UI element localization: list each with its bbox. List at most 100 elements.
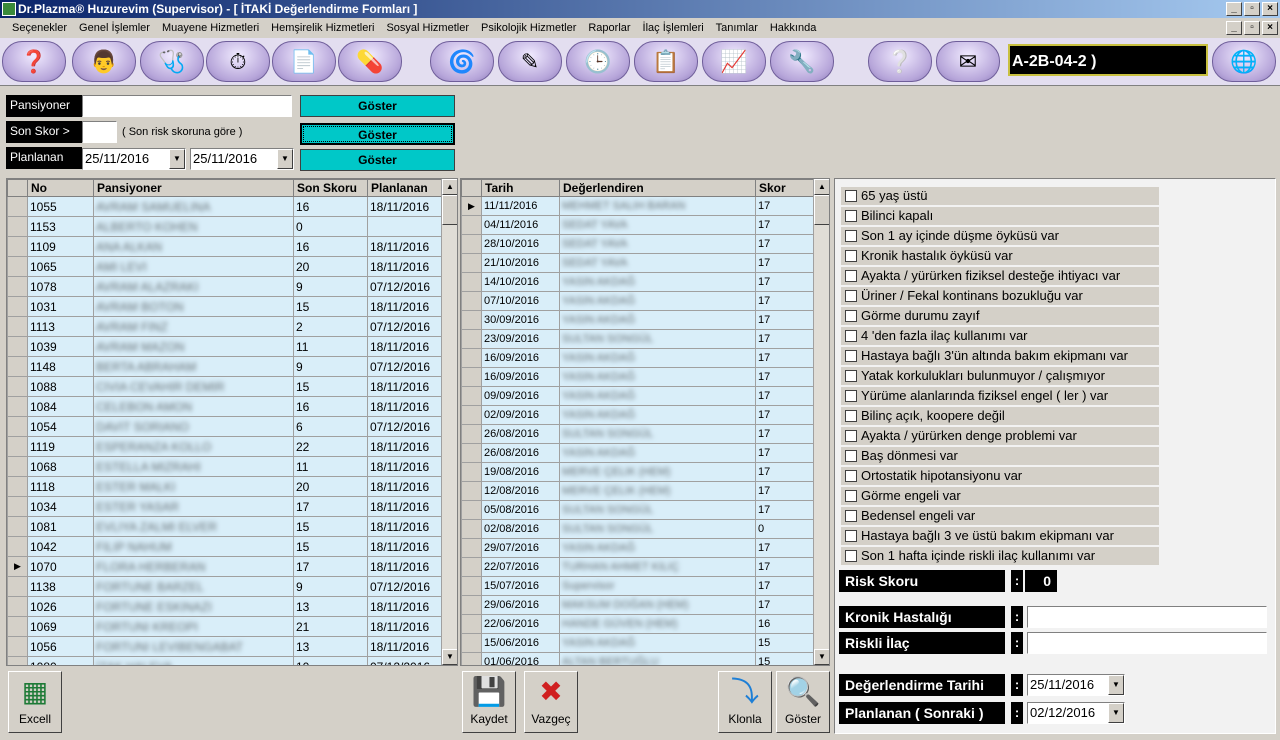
cell-no[interactable]: 1031	[27, 296, 94, 317]
checkbox[interactable]	[845, 330, 857, 342]
table-row[interactable]: 02/09/2016 YASIN AKDAĞ 17	[461, 405, 816, 425]
cell-planlanan[interactable]: 18/11/2016	[367, 236, 444, 257]
table-row[interactable]: 29/06/2016 MAKSUM DOĞAN (HEM) 17	[461, 595, 816, 615]
row-indicator[interactable]	[461, 481, 482, 501]
cell-son-skoru[interactable]: 16	[293, 196, 368, 217]
cell-planlanan[interactable]	[367, 216, 444, 237]
cell-pansiyoner[interactable]: CELEBON AMON	[93, 396, 294, 417]
cell-pansiyoner[interactable]: AVRAM FINZ	[93, 316, 294, 337]
menu-muayene-hizmetleri[interactable]: Muayene Hizmetleri	[156, 18, 265, 38]
cell-degerlendiren[interactable]: YASIN AKDAĞ	[559, 538, 756, 558]
risk-checkbox-item[interactable]: Bilinç açık, koopere değil	[841, 407, 1159, 425]
residents-grid[interactable]: No Pansiyoner Son Skoru Planlanan 1055 AV…	[6, 178, 458, 666]
menu-hakkinda[interactable]: Hakkında	[764, 18, 822, 38]
row-indicator[interactable]	[461, 443, 482, 463]
risk-checkbox-item[interactable]: Kronik hastalık öyküsü var	[841, 247, 1159, 265]
cell-tarih[interactable]: 29/07/2016	[481, 538, 560, 558]
cell-son-skoru[interactable]: 13	[293, 596, 368, 617]
cell-son-skoru[interactable]: 21	[293, 616, 368, 637]
goster-pansiyoner-button[interactable]: Göster	[300, 95, 455, 117]
goster-bottom-button[interactable]: 🔍 Göster	[776, 671, 830, 733]
cell-tarih[interactable]: 16/09/2016	[481, 367, 560, 387]
cell-degerlendiren[interactable]: YASIN AKDAĞ	[559, 272, 756, 292]
cell-pansiyoner[interactable]: ESTER YASAR	[93, 496, 294, 517]
checkbox[interactable]	[845, 270, 857, 282]
cell-son-skoru[interactable]: 15	[293, 536, 368, 557]
cell-pansiyoner[interactable]: FILIP NAHUM	[93, 536, 294, 557]
cell-skor[interactable]: 17	[755, 576, 816, 596]
pansiyoner-input[interactable]	[82, 95, 292, 117]
doc-word-icon[interactable]: 📄	[272, 41, 336, 82]
table-row[interactable]: 16/09/2016 YASIN AKDAĞ 17	[461, 367, 816, 387]
risk-checkbox-item[interactable]: Hastaya bağlı 3'ün altında bakım ekipman…	[841, 347, 1159, 365]
cell-son-skoru[interactable]: 15	[293, 376, 368, 397]
checkbox[interactable]	[845, 410, 857, 422]
globe-exit-icon[interactable]: 🌐	[1212, 41, 1276, 82]
cell-skor[interactable]: 17	[755, 386, 816, 406]
cell-no[interactable]: 1084	[27, 396, 94, 417]
cell-no[interactable]: 1055	[27, 196, 94, 217]
pills-icon[interactable]: 💊	[338, 41, 402, 82]
col-son-skoru-header[interactable]: Son Skoru	[293, 179, 368, 197]
cell-tarih[interactable]: 02/08/2016	[481, 519, 560, 539]
checkbox[interactable]	[845, 490, 857, 502]
row-indicator[interactable]	[7, 196, 28, 217]
checkbox[interactable]	[845, 310, 857, 322]
row-indicator[interactable]	[7, 336, 28, 357]
table-row[interactable]: 15/07/2016 Supervisor 17	[461, 576, 816, 596]
cell-degerlendiren[interactable]: SULTAN SONGÜL	[559, 329, 756, 349]
row-indicator[interactable]	[7, 256, 28, 277]
cell-no[interactable]: 1081	[27, 516, 94, 537]
goster-planlanan-button[interactable]: Göster	[300, 149, 455, 171]
cell-pansiyoner[interactable]: İZAK HALEVA	[93, 656, 294, 665]
row-indicator[interactable]	[461, 595, 482, 615]
cell-tarih[interactable]: 22/06/2016	[481, 614, 560, 634]
cell-planlanan[interactable]: 18/11/2016	[367, 196, 444, 217]
cell-degerlendiren[interactable]: TURHAN AHMET KILIÇ	[559, 557, 756, 577]
cell-son-skoru[interactable]: 16	[293, 396, 368, 417]
cell-skor[interactable]: 16	[755, 614, 816, 634]
evaluations-scrollbar[interactable]: ▲ ▼	[813, 179, 829, 665]
row-indicator[interactable]	[7, 456, 28, 477]
cell-son-skoru[interactable]: 17	[293, 496, 368, 517]
cell-tarih[interactable]: 02/09/2016	[481, 405, 560, 425]
cell-skor[interactable]: 17	[755, 329, 816, 349]
cell-degerlendiren[interactable]: MERVE ÇELIK (HEM)	[559, 462, 756, 482]
table-row[interactable]: 1026 FORTUNE ESKINAZI 13 18/11/2016	[7, 596, 444, 617]
cell-son-skoru[interactable]: 2	[293, 316, 368, 337]
checkbox[interactable]	[845, 210, 857, 222]
row-indicator[interactable]	[7, 216, 28, 237]
cell-son-skoru[interactable]: 20	[293, 476, 368, 497]
checkbox[interactable]	[845, 350, 857, 362]
row-indicator[interactable]	[461, 405, 482, 425]
cell-skor[interactable]: 15	[755, 633, 816, 653]
cell-planlanan[interactable]: 18/11/2016	[367, 296, 444, 317]
row-indicator[interactable]	[461, 614, 482, 634]
clock-doc-icon[interactable]: 🕒	[566, 41, 630, 82]
cell-son-skoru[interactable]: 15	[293, 296, 368, 317]
cell-planlanan[interactable]: 18/11/2016	[367, 376, 444, 397]
row-indicator[interactable]	[461, 367, 482, 387]
cell-skor[interactable]: 17	[755, 405, 816, 425]
scroll-down-icon[interactable]: ▼	[814, 649, 829, 665]
cell-pansiyoner[interactable]: ALBERTO KOHEN	[93, 216, 294, 237]
menu-hemsirelik-hizmetleri[interactable]: Hemşirelik Hizmetleri	[265, 18, 380, 38]
cell-no[interactable]: 1056	[27, 636, 94, 657]
table-row[interactable]: 1084 CELEBON AMON 16 18/11/2016	[7, 396, 444, 417]
cell-no[interactable]: 1119	[27, 436, 94, 457]
table-row[interactable]: 30/09/2016 YASIN AKDAĞ 17	[461, 310, 816, 330]
cell-planlanan[interactable]: 18/11/2016	[367, 496, 444, 517]
table-row[interactable]: 1039 AVRAM MAZON 11 18/11/2016	[7, 336, 444, 357]
table-row[interactable]: 1065 AMI LEVI 20 18/11/2016	[7, 256, 444, 277]
risk-checkbox-item[interactable]: Bedensel engeli var	[841, 507, 1159, 525]
degerlendirme-tarihi-picker[interactable]: 25/11/2016 ▼	[1027, 674, 1125, 696]
mdi-close-button[interactable]: ×	[1262, 21, 1278, 35]
col-pansiyoner-header[interactable]: Pansiyoner	[93, 179, 294, 197]
envelope-icon[interactable]: ✉	[936, 41, 1000, 82]
cell-son-skoru[interactable]: 17	[293, 556, 368, 577]
row-indicator[interactable]	[7, 276, 28, 297]
cell-son-skoru[interactable]: 9	[293, 276, 368, 297]
row-indicator[interactable]	[461, 215, 482, 235]
cell-degerlendiren[interactable]: SULTAN SONGÜL	[559, 424, 756, 444]
cell-tarih[interactable]: 21/10/2016	[481, 253, 560, 273]
